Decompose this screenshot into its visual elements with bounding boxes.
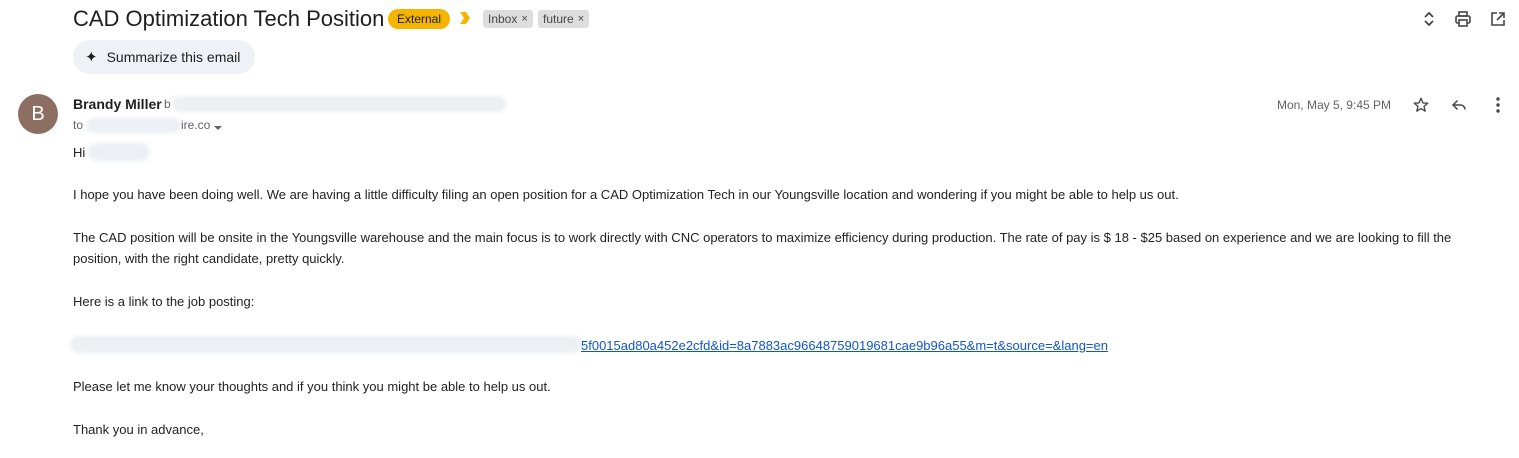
redacted-sender-email [172,96,506,112]
open-in-new-window-icon[interactable] [1487,8,1509,30]
redacted-recipient-name [88,143,150,161]
importance-marker-icon[interactable] [459,11,471,25]
redacted-recipient [86,118,181,133]
greeting: Hi [73,145,86,160]
sender-name[interactable]: Brandy Miller [73,96,162,112]
body-paragraph: Please let me know your thoughts and if … [73,379,551,394]
remove-label-inbox-button[interactable]: × [521,10,527,28]
email-date: Mon, May 5, 9:45 PM [1276,98,1391,112]
job-posting-link[interactable]: 5f0015ad80a452e2cfd&id=8a7883ac966487590… [581,335,1108,356]
external-badge: External [388,9,451,29]
sender-email: b [164,97,171,111]
more-vert-icon[interactable] [1487,94,1509,116]
label-chip-inbox[interactable]: Inbox × [483,10,533,28]
body-paragraph: The CAD position will be onsite in the Y… [73,230,1452,266]
label-chip-future[interactable]: future × [538,10,590,28]
label-chip-name: future [543,12,574,26]
sign-off: Thank you in advance, [73,422,204,437]
redacted-link-start [70,336,582,353]
avatar[interactable]: B [18,94,58,134]
reply-icon[interactable] [1448,94,1470,116]
summarize-email-button[interactable]: ✦ Summarize this email [73,40,256,74]
sparkle-icon: ✦ [85,49,98,66]
summarize-label: Summarize this email [106,49,241,65]
label-chip-name: Inbox [488,12,518,26]
email-subject: CAD Optimization Tech Position [73,6,385,31]
body-paragraph: Here is a link to the job posting: [73,294,255,309]
star-icon[interactable] [1410,94,1432,116]
expand-collapse-icon[interactable] [1418,8,1440,30]
recipient-prefix: to [73,118,84,132]
dropdown-caret-icon[interactable] [213,120,223,130]
print-icon[interactable] [1452,8,1474,30]
remove-label-future-button[interactable]: × [578,10,584,28]
recipient-domain: ire.co [181,118,211,132]
body-paragraph: I hope you have been doing well. We are … [73,187,1179,202]
